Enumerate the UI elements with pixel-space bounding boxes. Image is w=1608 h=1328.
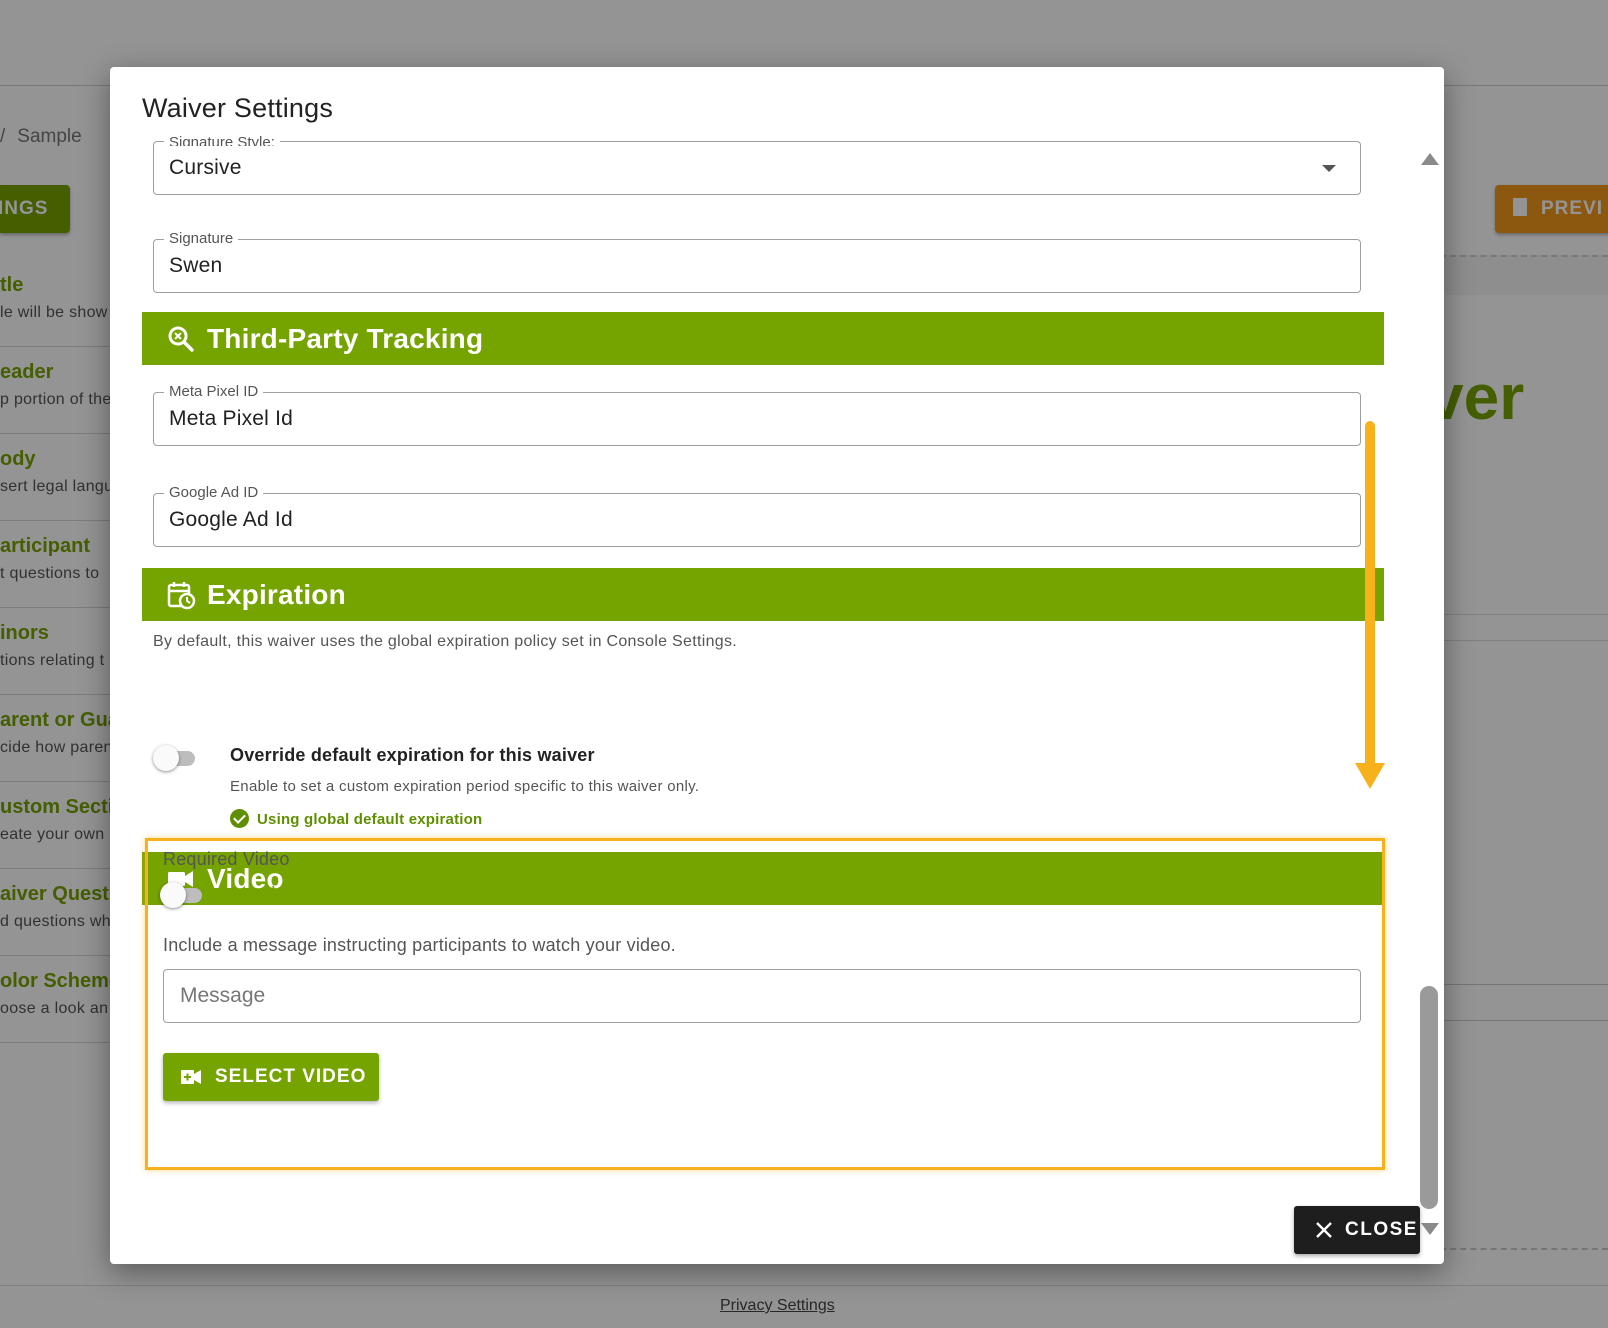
- dialog-title: Waiver Settings: [142, 93, 334, 123]
- override-expiration-label: Override default expiration for this wai…: [230, 745, 595, 765]
- scrollbar-thumb[interactable]: [1420, 986, 1438, 1209]
- toggle-knob: [153, 745, 179, 771]
- signature-style-value: Cursive: [169, 156, 242, 179]
- signature-style-label: Signature Style:: [164, 134, 280, 146]
- close-button[interactable]: CLOSE: [1294, 1206, 1420, 1254]
- calendar-clock-icon: [167, 582, 196, 610]
- google-ad-id-value: Google Ad Id: [169, 508, 293, 531]
- override-expiration-description: Enable to set a custom expiration period…: [230, 778, 700, 795]
- meta-pixel-id-label: Meta Pixel ID: [164, 384, 264, 400]
- search-icon: [168, 326, 194, 352]
- section-expiration: Expiration: [142, 568, 1384, 621]
- check-circle-icon: [230, 809, 249, 828]
- annotation-arrow-head: [1355, 763, 1385, 789]
- select-video-button[interactable]: SELECT VIDEO: [163, 1053, 379, 1101]
- close-icon: [1316, 1222, 1332, 1238]
- scroll-up-icon[interactable]: [1421, 153, 1439, 165]
- meta-pixel-id-value: Meta Pixel Id: [169, 407, 293, 430]
- google-ad-id-field[interactable]: Google Ad ID Google Ad Id: [153, 485, 1361, 547]
- signature-style-select[interactable]: Signature Style: Cursive: [153, 134, 1361, 195]
- make-video-required-toggle[interactable]: [160, 882, 204, 908]
- close-button-label: CLOSE: [1345, 1219, 1418, 1240]
- required-video-label: Required Video: [163, 849, 290, 869]
- section-title: Third-Party Tracking: [207, 323, 484, 354]
- video-message-field[interactable]: [163, 969, 1361, 1023]
- meta-pixel-id-field[interactable]: Meta Pixel ID Meta Pixel Id: [153, 384, 1361, 446]
- chevron-down-icon[interactable]: [1322, 165, 1336, 172]
- video-message-prompt: Include a message instructing participan…: [163, 935, 676, 955]
- signature-value: Swen: [169, 254, 223, 277]
- expiration-status: Using global default expiration: [230, 809, 482, 828]
- section-title: Expiration: [207, 579, 346, 610]
- video-message-input[interactable]: [165, 971, 1359, 1021]
- dialog-scrollbar[interactable]: [1416, 143, 1442, 1249]
- waiver-settings-dialog: Waiver Settings Signature Style: Cursive…: [110, 67, 1444, 1264]
- signature-label: Signature: [164, 231, 239, 247]
- scroll-down-icon[interactable]: [1421, 1223, 1439, 1235]
- signature-field[interactable]: Signature Swen: [153, 231, 1361, 293]
- section-third-party-tracking: Third-Party Tracking: [142, 312, 1384, 365]
- toggle-knob: [160, 882, 186, 908]
- video-plus-icon: [181, 1070, 201, 1084]
- override-expiration-toggle[interactable]: [153, 745, 197, 771]
- annotation-arrow-line: [1365, 421, 1375, 771]
- expiration-status-text: Using global default expiration: [257, 811, 483, 828]
- select-video-label: SELECT VIDEO: [215, 1066, 367, 1087]
- google-ad-id-label: Google Ad ID: [164, 485, 264, 501]
- expiration-description: By default, this waiver uses the global …: [153, 633, 738, 650]
- make-video-required-label[interactable]: Make Video Required: [222, 883, 399, 904]
